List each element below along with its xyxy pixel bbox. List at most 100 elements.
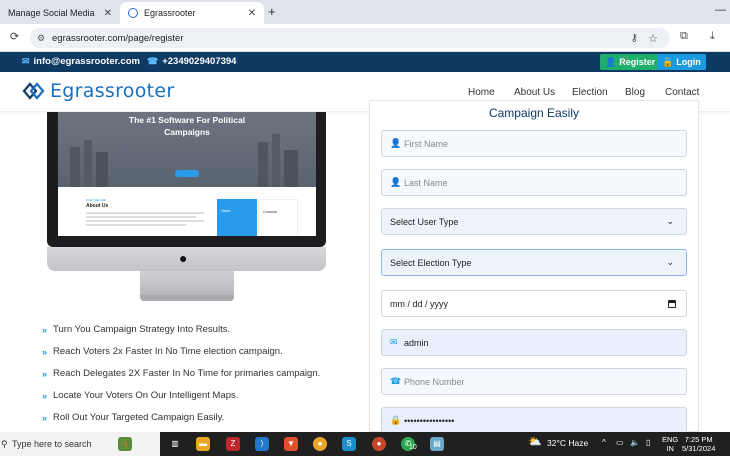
calendar-icon[interactable]	[668, 299, 676, 308]
envelope-icon: ✉	[390, 337, 398, 347]
user-plus-icon: 👤	[605, 56, 617, 67]
browser-tab-strip: Manage Social Media ✕ Egrassrooter ✕ + —	[0, 0, 730, 24]
monitor-screen: The #1 Software For Political Campaigns …	[58, 112, 316, 236]
register-button[interactable]: 👤 Register	[600, 54, 661, 70]
weather-text[interactable]: 32°C Haze	[547, 438, 588, 448]
notepad-icon[interactable]: ▤	[430, 437, 444, 451]
nav-election[interactable]: Election	[572, 87, 608, 98]
search-icon: ⚲	[1, 438, 8, 449]
lock-icon: 🔒	[662, 56, 674, 67]
site-info-icon[interactable]: ⚙	[37, 33, 45, 44]
site-topbar: ✉ info@egrassrooter.com ☎ +2349029407394…	[0, 52, 730, 72]
clock[interactable]: 7:25 PM 5/31/2024	[682, 435, 715, 453]
election-type-select[interactable]: Select Election Type ⌄	[381, 249, 687, 276]
lang-line2: IN	[666, 444, 674, 453]
reload-icon[interactable]: ⟳	[10, 30, 19, 43]
phone-number-field[interactable]: ☎ Phone Number	[381, 368, 687, 395]
clock-time: 7:25 PM	[684, 435, 713, 444]
first-name-field[interactable]: 👤 First Name	[381, 130, 687, 157]
phone-icon: ☎	[147, 56, 159, 66]
date-field[interactable]: mm / dd / yyyy	[381, 290, 687, 317]
language-indicator[interactable]: ENG IN	[662, 435, 678, 453]
url-field[interactable]: ⚙ egrassrooter.com/page/register ⚷ ☆	[30, 28, 670, 48]
user-type-label: Select User Type	[390, 216, 459, 227]
first-name-placeholder: First Name	[404, 138, 449, 149]
network-icon[interactable]: ▭	[616, 438, 624, 447]
logo-mark-icon	[22, 82, 45, 100]
site-favicon-icon	[128, 8, 138, 18]
search-placeholder: Type here to search	[12, 439, 92, 449]
feature-item: » Roll Out Your Targeted Campaign Easily…	[42, 412, 224, 423]
windows-taskbar: ⚲ Type here to search 🌴 ▥ ▬ Z ⟩ ▼ ● S ● …	[0, 432, 730, 456]
feature-text: Reach Voters 2x Faster In No Time electi…	[53, 346, 283, 357]
monitor-stand	[140, 271, 234, 295]
last-name-placeholder: Last Name	[404, 177, 448, 188]
nav-contact[interactable]: Contact	[665, 87, 699, 98]
mockup-hero: The #1 Software For Political Campaigns	[58, 112, 316, 187]
feature-item: » Turn You Campaign Strategy Into Result…	[42, 324, 230, 335]
double-chevron-icon: »	[42, 324, 48, 335]
tab-close-icon[interactable]: ✕	[104, 8, 112, 19]
tab-egrassrooter[interactable]: Egrassrooter ✕	[120, 2, 264, 24]
nav-blog[interactable]: Blog	[625, 87, 645, 98]
chrome-icon[interactable]: ●	[313, 437, 327, 451]
taskbar-search-box[interactable]: ⚲ Type here to search	[0, 432, 160, 456]
battery-icon[interactable]: ▯	[646, 438, 650, 447]
mockup-vision-card: Vision	[217, 199, 257, 236]
skype-icon[interactable]: S	[342, 437, 356, 451]
bookmark-star-icon[interactable]: ☆	[648, 32, 658, 45]
user-type-select[interactable]: Select User Type ⌄	[381, 208, 687, 235]
tab-close-icon[interactable]: ✕	[248, 8, 256, 19]
mockup-about: WHO WE ARE About Us	[86, 198, 211, 226]
phone-text: +2349029407394	[162, 56, 237, 67]
phone-contact[interactable]: ☎ +2349029407394	[147, 56, 236, 67]
nav-home[interactable]: Home	[468, 87, 495, 98]
email-contact[interactable]: ✉ info@egrassrooter.com	[22, 56, 140, 67]
mockup-card-title: Consular	[263, 210, 278, 214]
site-logo[interactable]: Egrassrooter	[22, 80, 175, 102]
feature-text: Turn You Campaign Strategy Into Results.	[53, 324, 231, 335]
last-name-field[interactable]: 👤 Last Name	[381, 169, 687, 196]
apple-logo-icon: ●	[179, 250, 188, 266]
logo-text: Egrassrooter	[50, 80, 175, 102]
mockup-card-title: Vision	[221, 209, 231, 213]
nav-about-us[interactable]: About Us	[514, 87, 555, 98]
monitor-base	[140, 295, 234, 301]
username-field[interactable]: ✉ admin	[381, 329, 687, 356]
tab-manage-social-media[interactable]: Manage Social Media ✕	[0, 2, 120, 24]
double-chevron-icon: »	[42, 412, 48, 423]
vscode-icon[interactable]: ⟩	[255, 437, 269, 451]
weather-icon: ⛅	[528, 436, 542, 448]
volume-icon[interactable]: 🔈	[630, 438, 640, 447]
password-value: ••••••••••••••••	[404, 415, 455, 426]
download-icon[interactable]: ⤓	[710, 30, 715, 43]
widget-image-icon[interactable]: 🌴	[118, 437, 132, 451]
filezilla-icon[interactable]: Z	[226, 437, 240, 451]
election-type-label: Select Election Type	[390, 257, 472, 268]
chrome-profile-icon[interactable]: ●	[372, 437, 386, 451]
task-view-icon[interactable]: ▥	[168, 437, 182, 451]
phone-icon: ☎	[390, 376, 402, 386]
feature-item: » Locate Your Voters On Our Intelligent …	[42, 390, 238, 401]
mockup-about-heading: About Us	[86, 203, 109, 209]
user-icon: 👤	[390, 177, 402, 187]
password-field[interactable]: 🔒 ••••••••••••••••	[381, 407, 687, 434]
envelope-icon: ✉	[22, 56, 30, 66]
login-button[interactable]: 🔒 Login	[657, 54, 706, 70]
window-minimize-icon[interactable]: —	[715, 4, 726, 16]
file-explorer-icon[interactable]: ▬	[196, 437, 210, 451]
extensions-icon[interactable]: ⧉	[680, 30, 688, 43]
tab-label: Egrassrooter	[144, 8, 196, 18]
notification-badge: 10	[409, 444, 417, 451]
mockup-about-kicker: WHO WE ARE	[86, 198, 106, 202]
mockup-consular-card: Consular	[258, 199, 298, 236]
double-chevron-icon: »	[42, 368, 48, 379]
feature-item: » Reach Voters 2x Faster In No Time elec…	[42, 346, 283, 357]
double-chevron-icon: »	[42, 390, 48, 401]
lang-line1: ENG	[662, 435, 679, 444]
new-tab-button[interactable]: +	[268, 4, 276, 19]
brave-icon[interactable]: ▼	[284, 437, 298, 451]
feature-text: Reach Delegates 2X Faster In No Time for…	[53, 368, 321, 379]
tray-chevron-icon[interactable]: ^	[602, 438, 606, 447]
password-key-icon[interactable]: ⚷	[631, 33, 638, 44]
